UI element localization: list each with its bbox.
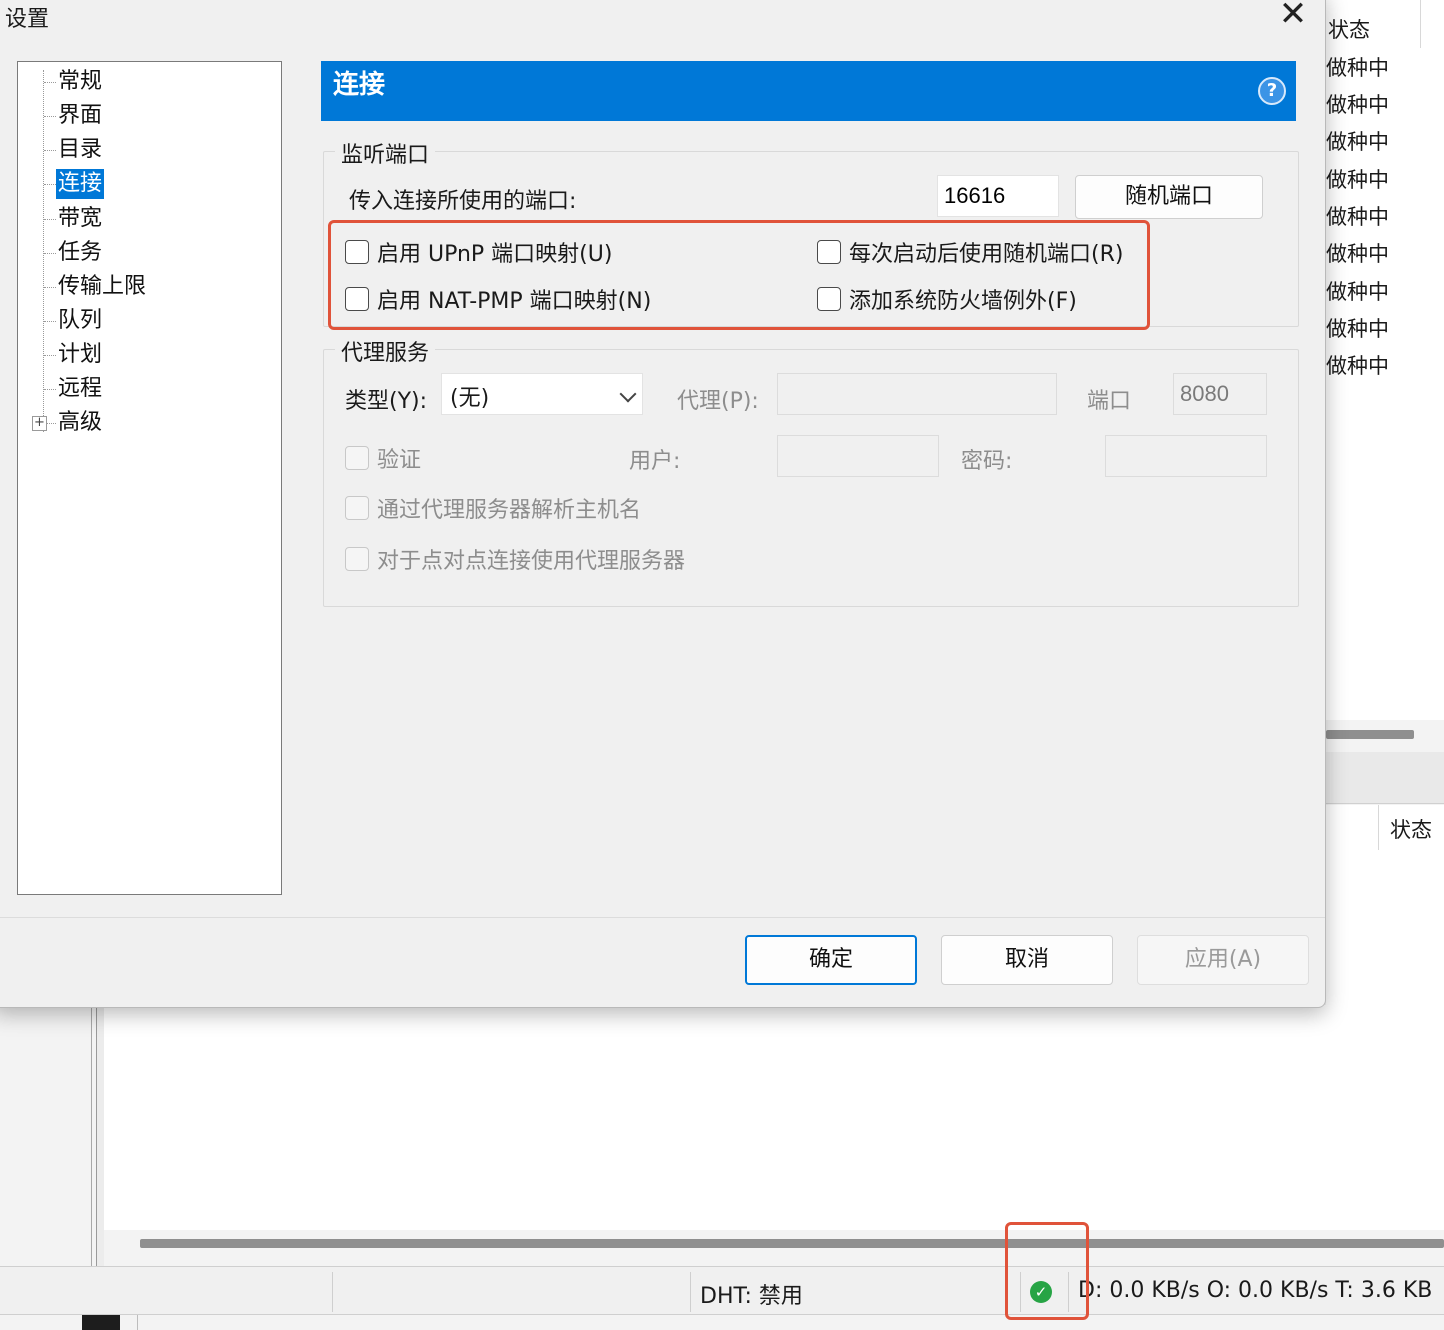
settings-dialog: 设置 ✕ + 常规 界面 目录 连接 带宽 任务 传输上限 队列 计划 远程 高… bbox=[0, 0, 1326, 1008]
dialog-title: 设置 bbox=[5, 7, 50, 32]
status-cell[interactable]: 做种中 bbox=[1326, 164, 1389, 194]
tree-line bbox=[44, 321, 56, 322]
dark-block bbox=[82, 1315, 120, 1330]
checkbox-box bbox=[345, 496, 369, 520]
details-content-pane bbox=[104, 1005, 1444, 1230]
status-cell[interactable]: 做种中 bbox=[1326, 238, 1389, 268]
proxy-password-input bbox=[1105, 435, 1267, 477]
cancel-button[interactable]: 取消 bbox=[941, 935, 1113, 985]
bottom-separator bbox=[137, 1315, 138, 1330]
tree-line bbox=[44, 82, 56, 83]
resolve-hostnames-label: 通过代理服务器解析主机名 bbox=[377, 498, 642, 523]
proxy-type-select[interactable]: (无) bbox=[441, 373, 643, 415]
p2p-proxy-checkbox: 对于点对点连接使用代理服务器 bbox=[345, 544, 685, 574]
details-status-column-header[interactable]: 状态 bbox=[1390, 814, 1432, 844]
tree-line bbox=[44, 150, 56, 151]
horizontal-scrollbar[interactable] bbox=[140, 1239, 1444, 1248]
close-icon[interactable]: ✕ bbox=[1273, 0, 1313, 33]
tree-line bbox=[44, 355, 56, 356]
status-cell[interactable]: 做种中 bbox=[1326, 350, 1389, 380]
tree-line bbox=[44, 184, 56, 185]
nav-item-advanced[interactable]: 高级 bbox=[56, 408, 104, 438]
tree-line bbox=[44, 253, 56, 254]
highlight-box-port-options bbox=[328, 220, 1150, 330]
proxy-user-input bbox=[777, 435, 939, 477]
status-cell[interactable]: 做种中 bbox=[1326, 313, 1389, 343]
horizontal-scrollbar[interactable] bbox=[1326, 730, 1414, 739]
incoming-port-label: 传入连接所使用的端口: bbox=[349, 189, 577, 214]
proxy-password-label: 密码: bbox=[961, 449, 1013, 474]
proxy-auth-label: 验证 bbox=[377, 448, 422, 473]
expand-icon[interactable]: + bbox=[32, 416, 47, 431]
chevron-down-icon bbox=[619, 385, 637, 403]
tree-line bbox=[44, 219, 56, 220]
status-cell[interactable]: 做种中 bbox=[1326, 201, 1389, 231]
pane-splitter[interactable] bbox=[96, 1005, 104, 1267]
proxy-type-value: (无) bbox=[450, 386, 490, 411]
proxy-port-input bbox=[1173, 373, 1267, 415]
tree-line bbox=[44, 116, 56, 117]
footer-divider bbox=[0, 917, 1325, 918]
proxy-host-input bbox=[777, 373, 1057, 415]
checkbox-box bbox=[345, 547, 369, 571]
random-port-button[interactable]: 随机端口 bbox=[1075, 175, 1263, 219]
tree-line bbox=[43, 70, 44, 432]
proxy-host-label: 代理(P): bbox=[677, 389, 759, 414]
nav-item-scheduler[interactable]: 计划 bbox=[56, 340, 104, 370]
taskbar-strip bbox=[0, 1314, 1444, 1330]
checkbox-box bbox=[345, 446, 369, 470]
proxy-user-label: 用户: bbox=[629, 449, 681, 474]
nav-item-bandwidth[interactable]: 带宽 bbox=[56, 204, 104, 234]
nav-item-queue[interactable]: 队列 bbox=[56, 306, 104, 336]
status-cell[interactable]: 做种中 bbox=[1326, 126, 1389, 156]
nav-item-connection[interactable]: 连接 bbox=[56, 169, 105, 199]
p2p-proxy-label: 对于点对点连接使用代理服务器 bbox=[377, 549, 686, 574]
status-cell[interactable]: 做种中 bbox=[1326, 52, 1389, 82]
status-cell[interactable]: 做种中 bbox=[1326, 276, 1389, 306]
nav-item-directories[interactable]: 目录 bbox=[56, 135, 104, 165]
proxy-auth-checkbox: 验证 bbox=[345, 443, 421, 473]
transfer-speed: D: 0.0 KB/s O: 0.0 KB/s T: 3.6 KB bbox=[1078, 1278, 1433, 1303]
nav-item-ui[interactable]: 界面 bbox=[56, 101, 104, 131]
page-title-bar: 连接 ? bbox=[321, 61, 1296, 121]
resolve-hostnames-checkbox: 通过代理服务器解析主机名 bbox=[345, 493, 641, 523]
status-bar-separator bbox=[332, 1272, 333, 1312]
apply-button: 应用(A) bbox=[1137, 935, 1309, 985]
column-divider bbox=[1420, 0, 1421, 48]
proxy-port-label: 端口 bbox=[1087, 389, 1132, 414]
help-icon[interactable]: ? bbox=[1258, 77, 1286, 105]
nav-item-tasks[interactable]: 任务 bbox=[56, 238, 104, 268]
panel-splitter[interactable] bbox=[1326, 752, 1444, 804]
category-pane bbox=[0, 1005, 92, 1267]
nav-item-remote[interactable]: 远程 bbox=[56, 374, 104, 404]
column-divider bbox=[1378, 805, 1379, 850]
highlight-box-network-status bbox=[1005, 1222, 1089, 1320]
proxy-legend: 代理服务 bbox=[335, 335, 436, 367]
status-cell[interactable]: 做种中 bbox=[1326, 89, 1389, 119]
dht-status: DHT: 禁用 bbox=[700, 1284, 803, 1309]
nav-item-transfer-cap[interactable]: 传输上限 bbox=[56, 272, 148, 302]
incoming-port-input[interactable] bbox=[937, 175, 1059, 217]
tree-line bbox=[44, 389, 56, 390]
status-column-header[interactable]: 状态 bbox=[1328, 14, 1370, 44]
listen-port-legend: 监听端口 bbox=[335, 137, 436, 169]
tree-line bbox=[44, 287, 56, 288]
ok-button[interactable]: 确定 bbox=[745, 935, 917, 985]
page-title: 连接 bbox=[333, 70, 386, 100]
settings-nav-tree: + 常规 界面 目录 连接 带宽 任务 传输上限 队列 计划 远程 高级 bbox=[17, 61, 282, 895]
status-bar-separator bbox=[690, 1272, 691, 1312]
proxy-type-label: 类型(Y): bbox=[345, 389, 428, 414]
nav-item-general[interactable]: 常规 bbox=[56, 67, 104, 97]
